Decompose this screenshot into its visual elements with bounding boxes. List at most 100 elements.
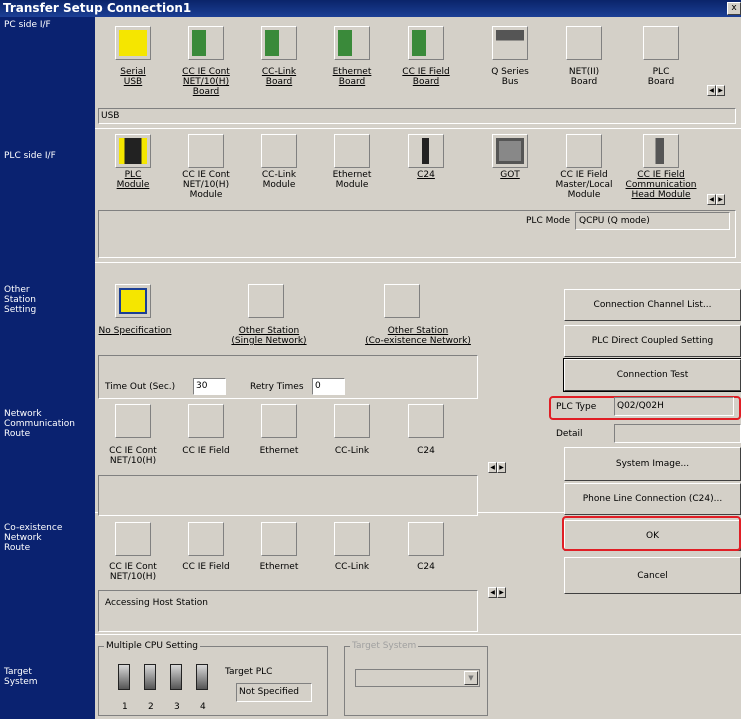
plc-cc-ie-field-head-label: CC IE Field Communication Head Module [625,170,697,200]
separator [95,634,741,635]
ok-highlight [562,516,741,551]
pc-cc-ie-cont-board-button[interactable] [188,26,224,60]
cpu-3-button[interactable] [170,664,182,690]
route-cc-link-button[interactable] [334,404,370,438]
multiple-cpu-group [98,646,328,716]
plc-c24-button[interactable] [408,134,444,168]
scroll-left-icon[interactable]: ◀ [707,85,716,96]
other-station-coexistence-button[interactable] [384,284,420,318]
route-c24-label: C24 [417,446,435,456]
pc-ethernet-board-button[interactable] [334,26,370,60]
plc-side-scroll[interactable]: ◀ ▶ [707,194,725,205]
pc-side-scroll[interactable]: ◀ ▶ [707,85,725,96]
pc-cc-ie-field-board-label: CC IE Field Board [402,67,450,87]
label-coexistence-route: Co-existence Network Route [4,523,63,553]
network-route-scroll[interactable]: ◀ ▶ [488,462,506,473]
cpu-number-2: 2 [148,702,154,712]
pc-net-ii-board-button[interactable] [566,26,602,60]
cc-link-board-icon [265,30,293,56]
route-cc-ie-cont-label: CC IE Cont NET/10(H) [109,446,157,466]
target-system-dropdown[interactable]: ▼ [355,669,480,687]
coex-cc-ie-field-button[interactable] [188,522,224,556]
route-ethernet-button[interactable] [261,404,297,438]
retry-value: 0 [315,381,321,391]
scroll-right-icon[interactable]: ▶ [716,194,725,205]
multiple-cpu-title: Multiple CPU Setting [104,641,200,651]
pc-side-selected-field [98,108,736,124]
scroll-right-icon[interactable]: ▶ [497,587,506,598]
no-specification-button[interactable] [115,284,151,318]
retry-label: Retry Times [250,382,304,392]
route-cc-ie-field-button[interactable] [188,404,224,438]
phone-line-connection-button[interactable]: Phone Line Connection (C24)... [564,483,741,515]
scroll-left-icon[interactable]: ◀ [488,587,497,598]
coex-cc-ie-field-label: CC IE Field [182,562,230,572]
pc-cc-link-board-button[interactable] [261,26,297,60]
other-station-single-button[interactable] [248,284,284,318]
cancel-button[interactable]: Cancel [564,557,741,594]
window-title: Transfer Setup Connection1 [3,1,192,15]
pc-cc-ie-cont-board-label: CC IE Cont NET/10(H) Board [182,67,230,97]
pc-q-series-bus-button[interactable] [492,26,528,60]
connection-channel-list-button[interactable]: Connection Channel List... [564,289,741,321]
target-system-title: Target System [350,641,419,651]
plc-cc-ie-field-master-label: CC IE Field Master/Local Module [555,170,613,200]
plc-cc-ie-cont-module-button[interactable] [188,134,224,168]
close-button[interactable]: x [727,2,741,15]
pc-cc-ie-field-board-button[interactable] [408,26,444,60]
detail-label: Detail [556,429,583,439]
plc-module-icon [119,138,147,164]
scroll-right-icon[interactable]: ▶ [716,85,725,96]
pc-plc-board-button[interactable] [643,26,679,60]
ethernet-board-icon [338,30,366,56]
plc-type-label: PLC Type [556,402,597,412]
coexistence-route-scroll[interactable]: ◀ ▶ [488,587,506,598]
plc-cc-ie-field-master-button[interactable] [566,134,602,168]
plc-cc-link-module-label: CC-Link Module [261,170,297,190]
scroll-left-icon[interactable]: ◀ [488,462,497,473]
route-ethernet-label: Ethernet [259,446,299,456]
plc-module-button[interactable] [115,134,151,168]
timeout-value: 30 [196,381,208,391]
cpu-2-button[interactable] [144,664,156,690]
plc-mode-label: PLC Mode [526,216,571,226]
plc-got-button[interactable] [492,134,528,168]
cpu-number-1: 1 [122,702,128,712]
label-network-route: Network Communication Route [4,409,75,439]
separator [95,128,741,129]
title-bar: Transfer Setup Connection1 x [0,0,741,17]
other-station-coexistence-label: Other Station (Co-existence Network) [365,326,471,346]
single-network-icon [252,288,280,314]
route-c24-button[interactable] [408,404,444,438]
separator [95,262,741,263]
chevron-down-icon[interactable]: ▼ [464,671,478,685]
plc-ethernet-module-button[interactable] [334,134,370,168]
target-plc-value: Not Specified [239,687,299,697]
connection-test-button[interactable]: Connection Test [563,358,741,392]
timeout-label: Time Out (Sec.) [105,382,176,392]
scroll-left-icon[interactable]: ◀ [707,194,716,205]
cpu-4-button[interactable] [196,664,208,690]
plc-mode-value: QCPU (Q mode) [579,216,650,226]
coex-cc-ie-cont-label: CC IE Cont NET/10(H) [109,562,157,582]
coex-c24-button[interactable] [408,522,444,556]
route-cc-ie-cont-button[interactable] [115,404,151,438]
plc-direct-coupled-button[interactable]: PLC Direct Coupled Setting [564,325,741,357]
coex-ethernet-button[interactable] [261,522,297,556]
coex-cc-link-button[interactable] [334,522,370,556]
pc-q-series-bus-label: Q Series Bus [491,67,529,87]
plc-cc-link-module-button[interactable] [261,134,297,168]
plc-got-label: GOT [500,170,520,180]
plc-cc-ie-field-head-button[interactable] [643,134,679,168]
cpu-1-button[interactable] [118,664,130,690]
scroll-right-icon[interactable]: ▶ [497,462,506,473]
c24-icon [412,138,440,164]
system-image-button[interactable]: System Image... [564,447,741,481]
q-series-bus-icon [496,30,524,56]
coex-cc-ie-cont-button[interactable] [115,522,151,556]
pc-cc-link-board-label: CC-Link Board [261,67,297,87]
plc-type-value: Q02/Q02H [617,401,664,411]
plc-cc-ie-cont-module-label: CC IE Cont NET/10(H) Module [182,170,230,200]
pc-serial-usb-button[interactable] [115,26,151,60]
no-specification-label: No Specification [98,326,172,336]
